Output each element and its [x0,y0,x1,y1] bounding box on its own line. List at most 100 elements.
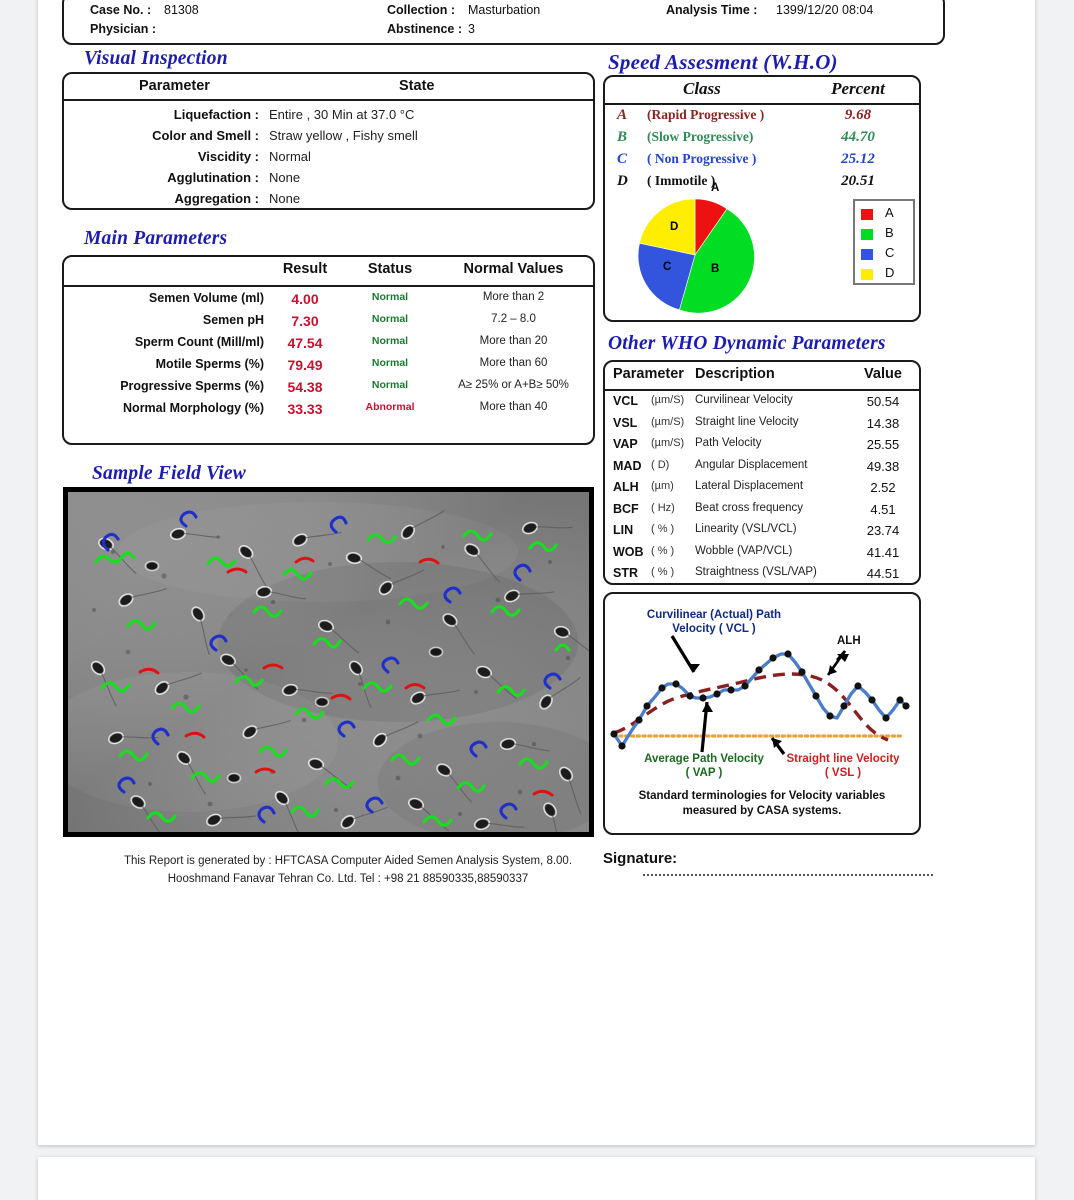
ow-abbr: ALH [613,480,639,494]
ow-abbr: VSL [613,415,638,430]
sa-desc: (Slow Progressive) [647,129,754,144]
vi-param: Aggregation : [174,191,260,206]
sample-field-view-title: Sample Field View [92,463,246,484]
table-row: WOB ( % ) Wobble (VAP/VCL) 41.41 [605,545,919,567]
mp-status: Normal [371,335,409,347]
table-row: Normal Morphology (%) 33.33 Abnormal Mor… [64,401,593,423]
table-row: B (Slow Progressive) 44.70 [605,129,919,151]
sample-field-view-image [63,487,594,837]
pie-slice-label-c: C [663,261,672,273]
vi-col-parameter: Parameter [139,78,210,94]
vi-col-state: State [399,78,435,94]
vi-row: Color and Smell : Straw yellow , Fishy s… [64,128,593,149]
sa-col-percent: Percent [831,79,885,98]
ow-unit: ( % ) [651,544,675,557]
ow-desc: Linearity (VSL/VCL) [695,523,797,535]
table-row: MAD ( D) Angular Displacement 49.38 [605,459,919,481]
visual-inspection-panel: Parameter State Liquefaction : Entire , … [62,72,595,210]
document-viewer[interactable]: Case No. : 81308 Collection : Masturbati… [0,0,1074,1200]
ow-col-value: Value [864,366,902,382]
sa-percent: 20.51 [841,173,875,189]
physician-label: Physician : [90,22,156,36]
ow-unit: ( % ) [651,523,675,535]
caption-line1: Standard terminologies for Velocity vari… [638,790,886,803]
ow-abbr: VCL [613,394,638,408]
mp-normal: More than 20 [479,335,548,347]
legend-swatch-icon [861,209,873,220]
report-content: Case No. : 81308 Collection : Masturbati… [38,0,1035,900]
case-no-value: 81308 [164,3,199,17]
vi-state: Entire , 30 Min at 37.0 °C [269,107,415,122]
sa-class: B [617,129,628,145]
mp-col-status: Status [367,261,413,277]
ow-value: 25.55 [866,437,900,452]
ow-unit: (µm) [651,480,674,492]
mp-name: Progressive Sperms (%) [120,379,264,393]
report-page-2 [38,1157,1035,1200]
visual-inspection-title: Visual Inspection [84,48,228,69]
ow-abbr: VAP [613,437,638,451]
mp-normal: More than 2 [482,291,545,303]
mp-result: 47.54 [287,335,323,351]
table-row: BCF ( Hz) Beat cross frequency 4.51 [605,502,919,524]
report-header-panel: Case No. : 81308 Collection : Masturbati… [62,0,945,45]
vap-annotation-line2: ( VAP ) [685,767,723,780]
legend-label: A [885,205,894,220]
ow-value: 49.38 [866,458,900,474]
sa-desc: (Rapid Progressive ) [647,107,765,122]
table-row: D ( Immotile ) 20.51 [605,173,919,195]
ow-desc: Path Velocity [695,437,762,449]
main-parameters-header-row: Result Status Normal Values [64,257,593,287]
table-row: Sperm Count (Mill/ml) 47.54 Normal More … [64,335,593,357]
mp-normal: More than 60 [479,357,548,369]
vap-annotation-label: Average Path Velocity ( VAP ) [619,752,789,781]
ow-desc: Curvilinear Velocity [695,394,793,406]
abstinence-value: 3 [468,22,475,36]
pie-slice-label-d: D [670,221,679,233]
ow-value: 14.38 [866,415,900,431]
ow-desc: Beat cross frequency [695,501,804,514]
sa-desc: ( Non Progressive ) [647,151,757,166]
vi-param: Color and Smell : [152,128,259,143]
ow-abbr: STR [613,566,638,580]
table-row: Progressive Sperms (%) 54.38 Normal A≥ 2… [64,379,593,401]
mp-name: Motile Sperms (%) [155,357,264,371]
table-row: STR ( % ) Straightness (VSL/VAP) 44.51 [605,566,919,588]
collection-value: Masturbation [468,3,541,17]
signature-line [643,872,933,876]
legend-label: C [885,245,895,260]
mp-status: Normal [371,357,409,369]
vi-state: Normal [269,149,311,164]
vi-param: Agglutination : [167,170,259,185]
table-row: ALH (µm) Lateral Displacement 2.52 [605,480,919,502]
mp-result: 7.30 [291,313,319,329]
other-who-panel: Parameter Description Value VCL (µm/S) C… [603,360,921,585]
caption-line2: measured by CASA systems. [682,805,842,818]
table-row: LIN ( % ) Linearity (VSL/VCL) 23.74 [605,523,919,545]
legend-label: B [885,225,894,240]
generated-line1: This Report is generated by : HFTCASA Co… [123,855,573,867]
mp-name: Semen Volume (ml) [148,291,264,305]
vi-row: Viscidity : Normal [64,149,593,170]
ow-abbr: LIN [613,523,634,537]
report-generated-note: This Report is generated by : HFTCASA Co… [88,853,608,889]
abstinence-label: Abstinence : [387,22,463,36]
speed-assessment-pie-chart: B C D [635,195,755,315]
vi-row: Aggregation : None [64,191,593,212]
vi-param: Liquefaction : [173,107,259,122]
pie-label-a-top: A [711,182,720,194]
mp-result: 54.38 [287,379,323,395]
sa-percent: 44.70 [841,129,875,145]
ow-desc: Straight line Velocity [695,415,799,428]
generated-line2: Hooshmand Fanavar Tehran Co. Ltd. Tel : … [167,872,529,885]
ow-desc: Angular Displacement [695,458,808,471]
mp-name: Semen pH [202,313,264,327]
ow-value: 41.41 [866,544,900,560]
mp-normal: More than 40 [479,401,548,413]
mp-result: 79.49 [287,357,323,373]
ow-abbr: WOB [613,544,644,559]
mp-col-normal: Normal Values [463,261,564,277]
legend-swatch-icon [861,229,873,240]
ow-abbr: MAD [613,458,642,473]
ow-value: 23.74 [866,523,900,538]
